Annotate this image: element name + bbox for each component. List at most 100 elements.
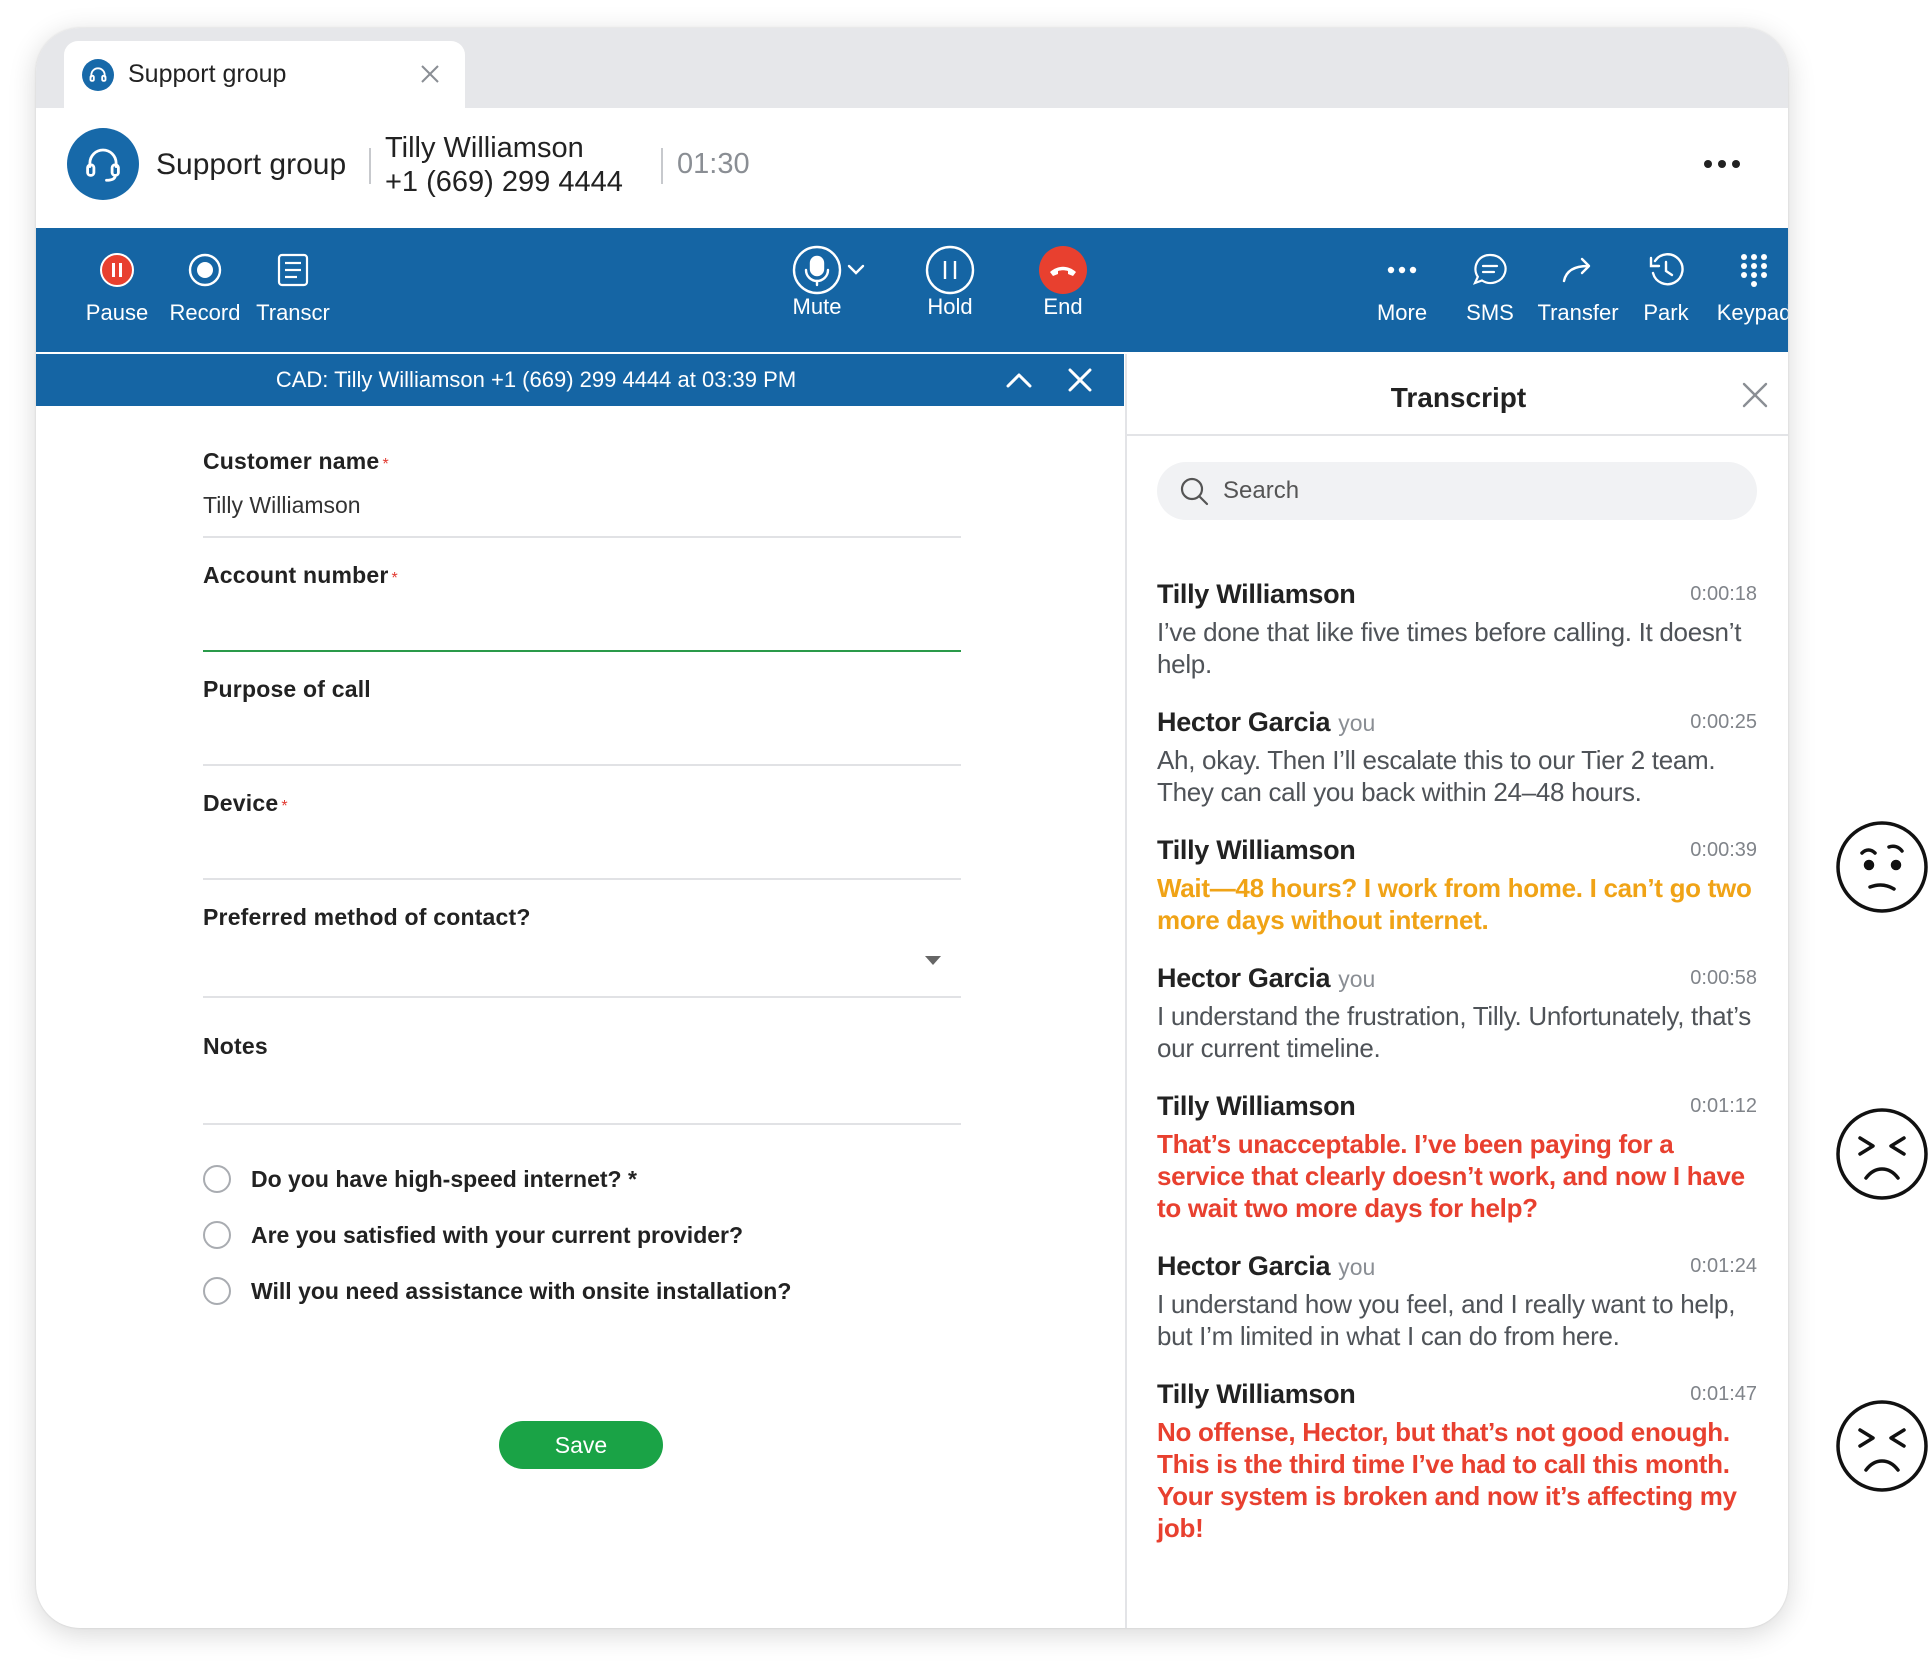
question-satisfied-provider[interactable]: Are you satisfied with your current prov… bbox=[203, 1221, 743, 1249]
message-text-angry: No offense, Hector, but that’s not good … bbox=[1157, 1417, 1737, 1543]
customer-name-field[interactable]: Customer name * Tilly Williamson bbox=[203, 448, 961, 538]
message-time: 0:00:39 bbox=[1690, 839, 1757, 861]
tab-close-icon[interactable] bbox=[417, 61, 443, 87]
chat-bubble-icon bbox=[1471, 248, 1509, 292]
message-time: 0:01:12 bbox=[1690, 1095, 1757, 1117]
message-time: 0:00:18 bbox=[1690, 583, 1757, 605]
speaker-name: Tilly Williamson bbox=[1157, 579, 1356, 609]
transcript-message: Hector Garcia you 0:00:25 Ah, okay. Then … bbox=[1157, 707, 1757, 808]
save-button[interactable]: Save bbox=[499, 1421, 663, 1469]
more-options-icon[interactable] bbox=[1700, 152, 1744, 176]
device-field[interactable]: Device * bbox=[203, 790, 961, 880]
tab-support-group[interactable]: Support group bbox=[64, 41, 465, 108]
headset-icon bbox=[82, 58, 114, 91]
keypad-button[interactable]: Keypad bbox=[1699, 228, 1788, 352]
call-toolbar: Pause Record Transcr Mute Hold End More … bbox=[36, 228, 1788, 352]
transcript-search-input[interactable]: Search bbox=[1157, 462, 1757, 520]
required-marker: * bbox=[382, 456, 389, 473]
you-tag: you bbox=[1338, 1254, 1376, 1280]
end-label: End bbox=[1043, 294, 1083, 319]
you-tag: you bbox=[1338, 710, 1376, 736]
mute-button[interactable]: Mute bbox=[776, 228, 886, 352]
field-underline bbox=[203, 878, 961, 880]
more-label: More bbox=[1376, 300, 1428, 325]
speaker-name: Tilly Williamson bbox=[1157, 1091, 1356, 1121]
radio-button[interactable] bbox=[203, 1277, 231, 1305]
field-underline bbox=[203, 764, 961, 766]
cad-header: CAD: Tilly Williamson +1 (669) 299 4444 … bbox=[36, 354, 1124, 406]
transcript-close-icon[interactable] bbox=[1740, 380, 1770, 415]
speaker-name: Hector Garcia bbox=[1157, 707, 1331, 737]
transfer-arrow-icon bbox=[1559, 248, 1597, 292]
message-time: 0:00:58 bbox=[1690, 967, 1757, 989]
caller-phone: +1 (669) 299 4444 bbox=[385, 166, 623, 198]
customer-name-value[interactable]: Tilly Williamson bbox=[203, 492, 361, 519]
record-icon bbox=[187, 248, 223, 292]
contact-method-label: Preferred method of contact? bbox=[203, 904, 531, 930]
field-underline bbox=[203, 996, 961, 998]
message-text: I’ve done that like five times before ca… bbox=[1157, 617, 1742, 679]
hold-label: Hold bbox=[927, 294, 973, 319]
pause-icon bbox=[99, 248, 135, 292]
record-label: Record bbox=[169, 300, 241, 325]
transcript-title: Transcript bbox=[1390, 382, 1527, 413]
required-marker: * bbox=[391, 570, 398, 587]
speaker-name: Hector Garcia bbox=[1157, 1251, 1331, 1281]
message-time: 0:00:25 bbox=[1690, 711, 1757, 733]
call-header: Support group Tilly Williamson +1 (669) … bbox=[36, 108, 1788, 228]
question-onsite-installation[interactable]: Will you need assistance with onsite ins… bbox=[203, 1277, 791, 1305]
angry-face-icon bbox=[1834, 1106, 1930, 1202]
message-text: I understand how you feel, and I really … bbox=[1157, 1289, 1736, 1351]
message-text-angry: That’s unacceptable. I’ve been paying fo… bbox=[1157, 1129, 1745, 1223]
angry-face-icon bbox=[1834, 1398, 1930, 1494]
avatar bbox=[67, 128, 139, 200]
message-text: I understand the frustration, Tilly. Unf… bbox=[1157, 1001, 1751, 1063]
question-label: Will you need assistance with onsite ins… bbox=[251, 1277, 792, 1304]
tab-strip: Support group bbox=[36, 28, 1788, 108]
group-name: Support group bbox=[156, 148, 347, 181]
call-window: Support group Support group Tilly Willia… bbox=[36, 28, 1788, 1628]
account-number-label: Account number bbox=[203, 562, 389, 588]
question-high-speed-internet[interactable]: Do you have high-speed internet? * bbox=[203, 1165, 637, 1193]
transcript-panel: Transcript Search Tilly Williamson 0:00:… bbox=[1125, 354, 1788, 1628]
transcript-message: Tilly Williamson 0:01:47 No offense, Hec… bbox=[1157, 1379, 1757, 1544]
device-label: Device bbox=[203, 790, 279, 816]
purpose-of-call-label: Purpose of call bbox=[203, 676, 371, 702]
collapse-chevron-up-icon[interactable] bbox=[1004, 366, 1034, 399]
radio-button[interactable] bbox=[203, 1165, 231, 1193]
hang-up-icon bbox=[1038, 246, 1088, 294]
transcript-message: Hector Garcia you 0:00:58 I understand th… bbox=[1157, 963, 1757, 1064]
you-tag: you bbox=[1338, 966, 1376, 992]
hold-icon bbox=[925, 245, 975, 295]
required-marker: * bbox=[281, 798, 288, 815]
transfer-label: Transfer bbox=[1537, 300, 1619, 325]
transcript-header: Transcript bbox=[1127, 354, 1788, 436]
notes-field[interactable]: Notes bbox=[203, 1033, 961, 1125]
account-number-field[interactable]: Account number * bbox=[203, 562, 961, 652]
message-time: 0:01:47 bbox=[1690, 1383, 1757, 1405]
contact-method-select[interactable]: Preferred method of contact? bbox=[203, 904, 961, 998]
speaker-name: Tilly Williamson bbox=[1157, 835, 1356, 865]
transcript-message: Tilly Williamson 0:00:39 Wait—48 hours? … bbox=[1157, 835, 1757, 936]
cad-close-icon[interactable] bbox=[1066, 366, 1094, 399]
divider bbox=[369, 148, 371, 184]
confused-face-icon bbox=[1834, 819, 1930, 915]
hold-button[interactable]: Hold bbox=[895, 228, 1005, 352]
dropdown-caret-icon[interactable] bbox=[925, 956, 941, 965]
speaker-name: Tilly Williamson bbox=[1157, 1379, 1356, 1409]
message-time: 0:01:24 bbox=[1690, 1255, 1757, 1277]
notes-label: Notes bbox=[203, 1033, 268, 1059]
transcript-icon bbox=[276, 248, 310, 292]
search-icon bbox=[1180, 477, 1209, 506]
more-icon bbox=[1384, 248, 1420, 292]
purpose-of-call-field[interactable]: Purpose of call bbox=[203, 676, 961, 766]
end-call-button[interactable]: End bbox=[1008, 228, 1118, 352]
sms-label: SMS bbox=[1466, 300, 1514, 325]
call-timer: 01:30 bbox=[677, 148, 750, 180]
transcribe-button[interactable]: Transcr bbox=[238, 228, 348, 352]
field-underline bbox=[203, 536, 961, 538]
transcribe-label: Transcr bbox=[256, 300, 330, 325]
radio-button[interactable] bbox=[203, 1221, 231, 1249]
speaker-name: Hector Garcia bbox=[1157, 963, 1331, 993]
divider bbox=[661, 148, 663, 184]
